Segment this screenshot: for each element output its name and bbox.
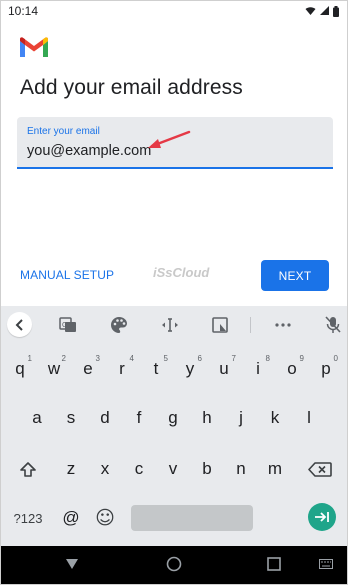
spacebar-key[interactable] xyxy=(131,505,253,531)
status-bar: 10:14 xyxy=(1,1,347,21)
palette-icon[interactable] xyxy=(108,315,130,335)
shift-key[interactable] xyxy=(9,452,47,486)
gmail-logo-icon xyxy=(20,37,48,57)
key-y[interactable]: y6 xyxy=(174,352,206,386)
mic-off-icon[interactable] xyxy=(322,315,344,335)
page-title: Add your email address xyxy=(20,76,243,99)
wifi-icon xyxy=(305,7,316,15)
key-h[interactable]: h xyxy=(191,401,223,435)
emoji-icon: ☺ xyxy=(95,507,115,529)
translate-icon[interactable]: G xyxy=(57,315,79,335)
text-select-icon[interactable] xyxy=(159,315,181,335)
key-r[interactable]: r4 xyxy=(106,352,138,386)
floating-keyboard-icon[interactable] xyxy=(209,315,231,335)
key-period[interactable] xyxy=(261,501,293,535)
enter-key[interactable] xyxy=(308,503,336,531)
soft-keyboard: G q1 w2 e3 r4 t5 y6 u7 i8 o 9 p 0 a s d … xyxy=(1,306,347,546)
key-x[interactable]: x xyxy=(89,452,121,486)
status-time: 10:14 xyxy=(8,4,39,18)
battery-icon xyxy=(333,5,339,17)
android-screen: 10:14 Add your email address Enter your … xyxy=(0,0,348,585)
key-j[interactable]: j xyxy=(225,401,257,435)
toolbar-divider xyxy=(250,317,251,333)
key-z[interactable]: z xyxy=(55,452,87,486)
next-field-icon xyxy=(315,512,329,522)
next-button[interactable]: NEXT xyxy=(261,260,329,291)
key-c[interactable]: c xyxy=(123,452,155,486)
nav-back-icon[interactable] xyxy=(65,558,79,570)
backspace-key[interactable] xyxy=(301,452,339,486)
key-a[interactable]: a xyxy=(21,401,53,435)
key-e[interactable]: e3 xyxy=(72,352,104,386)
system-nav-bar xyxy=(1,546,347,584)
keyboard-switch-icon[interactable] xyxy=(319,559,333,569)
more-icon[interactable] xyxy=(272,315,294,335)
keyboard-toolbar: G xyxy=(1,306,347,344)
signal-icon xyxy=(320,6,329,15)
key-l[interactable]: l xyxy=(293,401,325,435)
email-field-label: Enter your email xyxy=(27,126,100,137)
nav-home-icon[interactable] xyxy=(166,556,182,572)
key-d[interactable]: d xyxy=(89,401,121,435)
symbols-key[interactable]: ?123 xyxy=(7,501,49,535)
key-w[interactable]: w2 xyxy=(38,352,70,386)
key-k[interactable]: k xyxy=(259,401,291,435)
key-s[interactable]: s xyxy=(55,401,87,435)
key-p[interactable]: p0 xyxy=(310,352,342,386)
key-at[interactable]: @ xyxy=(55,501,87,535)
key-q[interactable]: q1 xyxy=(4,352,36,386)
watermark-logo: iSsCloud xyxy=(153,265,210,280)
key-g[interactable]: g xyxy=(157,401,189,435)
emoji-key[interactable]: ☺ xyxy=(89,501,121,535)
key-o[interactable]: o9 xyxy=(276,352,308,386)
key-u[interactable]: u7 xyxy=(208,352,240,386)
svg-text:G: G xyxy=(62,322,67,329)
email-field-value[interactable]: you@example.com xyxy=(27,143,151,159)
key-t[interactable]: t5 xyxy=(140,352,172,386)
nav-recents-icon[interactable] xyxy=(267,557,281,571)
key-m[interactable]: m xyxy=(259,452,291,486)
back-chevron-icon[interactable] xyxy=(7,312,32,337)
shift-icon xyxy=(20,461,36,477)
backspace-icon xyxy=(308,461,332,477)
key-f[interactable]: f xyxy=(123,401,155,435)
key-n[interactable]: n xyxy=(225,452,257,486)
key-i[interactable]: i8 xyxy=(242,352,274,386)
annotation-arrow-icon xyxy=(148,130,191,148)
manual-setup-button[interactable]: MANUAL SETUP xyxy=(20,268,114,282)
key-b[interactable]: b xyxy=(191,452,223,486)
key-v[interactable]: v xyxy=(157,452,189,486)
status-icons xyxy=(305,5,339,17)
